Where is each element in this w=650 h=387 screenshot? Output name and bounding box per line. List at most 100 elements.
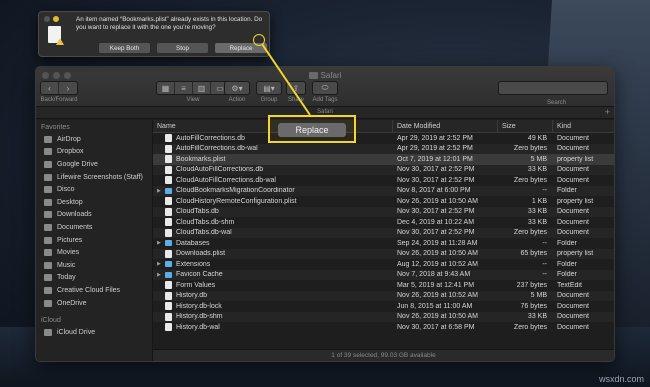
- table-row[interactable]: ▶ Favicon Cache Nov 7, 2018 at 9:43 AM -- Fo…: [153, 269, 614, 280]
- folder-icon: [165, 271, 172, 278]
- cell-size: 33 KB: [527, 313, 547, 321]
- table-row[interactable]: CloudTabs.db-shm Dec 4, 2019 at 10:22 AM 3…: [153, 217, 614, 228]
- sidebar-item-label: Creative Cloud Files: [57, 286, 121, 294]
- icon-view-button[interactable]: ▦: [157, 82, 175, 94]
- folder-icon: [165, 261, 172, 268]
- action-label: Action: [228, 97, 246, 103]
- cell-kind: Document: [557, 208, 589, 216]
- keep-both-button[interactable]: Keep Both: [99, 43, 150, 53]
- favorites-item[interactable]: Today: [36, 272, 152, 285]
- cell-size: 1 KB: [531, 197, 547, 205]
- cell-name: ▶ Databases: [153, 240, 393, 247]
- sidebar-icon: [44, 173, 52, 181]
- table-row[interactable]: CloudAutoFillCorrections.db-wal Nov 30, 2…: [153, 175, 614, 186]
- table-row[interactable]: Bookmarks.plist Oct 7, 2019 at 12:01 PM 5 …: [153, 154, 614, 165]
- cell-kind: property list: [557, 250, 594, 258]
- sidebar-item-label: Lifewire Screenshots (Staff): [57, 173, 143, 181]
- table-row[interactable]: AutoFillCorrections.db Apr 29, 2019 at 2:…: [153, 133, 614, 144]
- sidebar-icon: [44, 299, 52, 307]
- sidebar-icon: [44, 329, 52, 337]
- file-name: CloudHistoryRemoteConfiguration.plist: [176, 197, 297, 205]
- favorites-item[interactable]: Google Drive: [36, 158, 152, 171]
- stop-button[interactable]: Stop: [157, 43, 208, 53]
- column-kind[interactable]: Kind: [553, 120, 614, 132]
- table-row[interactable]: History.db Nov 26, 2019 at 10:52 AM 5 MB Do…: [153, 290, 614, 301]
- column-view-button[interactable]: ▥: [193, 82, 211, 94]
- cell-kind: Document: [557, 176, 589, 184]
- new-tab-icon[interactable]: +: [605, 107, 610, 117]
- cell-date: Apr 29, 2019 at 2:52 PM: [397, 145, 473, 153]
- list-view-button[interactable]: ≡: [175, 82, 193, 94]
- search-input[interactable]: [498, 81, 608, 95]
- favorites-item[interactable]: OneDrive: [36, 297, 152, 310]
- column-size[interactable]: Size: [498, 120, 553, 132]
- favorites-item[interactable]: Music: [36, 259, 152, 272]
- file-list: Name Date Modified Size Kind AutoFillCor…: [153, 120, 614, 361]
- tag-icon[interactable]: ⬭: [313, 82, 337, 94]
- cell-name: CloudTabs.db-wal: [153, 228, 393, 237]
- disclosure-triangle-icon[interactable]: ▶: [157, 188, 165, 194]
- favorites-item[interactable]: Disco: [36, 183, 152, 196]
- icloud-item[interactable]: iCloud Drive: [36, 326, 152, 339]
- table-row[interactable]: Form Values Mar 5, 2019 at 12:41 PM 237 by…: [153, 280, 614, 291]
- favorites-item[interactable]: AirDrop: [36, 133, 152, 146]
- favorites-item[interactable]: Movies: [36, 246, 152, 259]
- cell-kind: Document: [557, 145, 589, 153]
- cell-name: History.db-wal: [153, 323, 393, 332]
- cell-size: --: [542, 260, 547, 268]
- table-row[interactable]: CloudTabs.db-wal Nov 30, 2017 at 2:52 PM Z…: [153, 227, 614, 238]
- cell-size: --: [542, 271, 547, 279]
- file-icon: [165, 155, 172, 164]
- back-button[interactable]: ‹: [41, 82, 59, 94]
- column-date[interactable]: Date Modified: [393, 120, 498, 132]
- favorites-list: AirDrop Dropbox Google Drive Lifewire Scree…: [36, 133, 152, 309]
- table-row[interactable]: CloudAutoFillCorrections.db Nov 30, 2017 …: [153, 164, 614, 175]
- disclosure-triangle-icon[interactable]: ▶: [157, 261, 165, 267]
- cell-size: 33 KB: [527, 218, 547, 226]
- table-row[interactable]: ▶ CloudBookmarksMigrationCoordinator Nov 8…: [153, 185, 614, 196]
- table-row[interactable]: History.db-wal Nov 30, 2017 at 6:58 PM Zer…: [153, 322, 614, 333]
- share-icon[interactable]: ⇪: [287, 82, 305, 94]
- sidebar-icon: [44, 186, 52, 194]
- group-icon[interactable]: ▤▾: [257, 82, 281, 94]
- cell-kind: property list: [557, 197, 594, 205]
- favorites-item[interactable]: Desktop: [36, 196, 152, 209]
- replace-callout-button[interactable]: Replace: [278, 123, 346, 137]
- favorites-item[interactable]: Downloads: [36, 209, 152, 222]
- sidebar-icon: [44, 261, 52, 269]
- favorites-item[interactable]: Dropbox: [36, 146, 152, 159]
- favorites-item[interactable]: Documents: [36, 221, 152, 234]
- favorites-item[interactable]: Lifewire Screenshots (Staff): [36, 171, 152, 184]
- table-row[interactable]: History.db-shm Nov 26, 2019 at 10:50 AM 33…: [153, 311, 614, 322]
- view-label: View: [186, 97, 200, 103]
- forward-button[interactable]: ›: [59, 82, 77, 94]
- disclosure-triangle-icon[interactable]: ▶: [157, 272, 165, 278]
- table-row[interactable]: ▶ Extensions Aug 12, 2019 at 10:52 AM -- Fol…: [153, 259, 614, 270]
- cell-kind: Document: [557, 218, 589, 226]
- table-row[interactable]: ▶ Databases Sep 24, 2019 at 11:28 AM -- Fold…: [153, 238, 614, 249]
- file-rows: AutoFillCorrections.db Apr 29, 2019 at 2:…: [153, 133, 614, 333]
- disclosure-triangle-icon[interactable]: ▶: [157, 240, 165, 246]
- favorites-item[interactable]: Creative Cloud Files: [36, 284, 152, 297]
- alert-window-controls: [44, 16, 59, 22]
- favorites-item[interactable]: Pictures: [36, 234, 152, 247]
- group-label: Group: [260, 97, 278, 103]
- add-tags-label: Add Tags: [312, 97, 338, 103]
- gear-icon[interactable]: ⚙▾: [225, 82, 249, 94]
- sidebar-icon: [44, 148, 52, 156]
- table-row[interactable]: CloudTabs.db Nov 30, 2017 at 2:52 PM 33 KB…: [153, 206, 614, 217]
- table-row[interactable]: CloudHistoryRemoteConfiguration.plist Nov…: [153, 196, 614, 207]
- table-row[interactable]: AutoFillCorrections.db-wal Apr 29, 2019 a…: [153, 143, 614, 154]
- file-name: CloudAutoFillCorrections.db: [176, 166, 264, 174]
- cell-size: --: [542, 187, 547, 195]
- cell-size: 65 bytes: [520, 250, 547, 258]
- file-icon: [165, 228, 172, 237]
- alert-buttons: Keep Both Stop Replace: [99, 43, 267, 53]
- cell-date: Nov 30, 2017 at 6:58 PM: [397, 323, 475, 331]
- cell-name: CloudHistoryRemoteConfiguration.plist: [153, 197, 393, 206]
- table-row[interactable]: Downloads.plist Nov 26, 2019 at 10:50 AM 6…: [153, 248, 614, 259]
- toolbar: Safari ‹ › Back/Forward ▦ ≡ ▥ ▭ View ⚙▾ Acti…: [36, 67, 614, 107]
- group-group: ▤▾ Group: [256, 81, 282, 103]
- table-row[interactable]: History.db-lock Jun 8, 2015 at 11:00 AM 76…: [153, 301, 614, 312]
- cell-name: Form Values: [153, 281, 393, 290]
